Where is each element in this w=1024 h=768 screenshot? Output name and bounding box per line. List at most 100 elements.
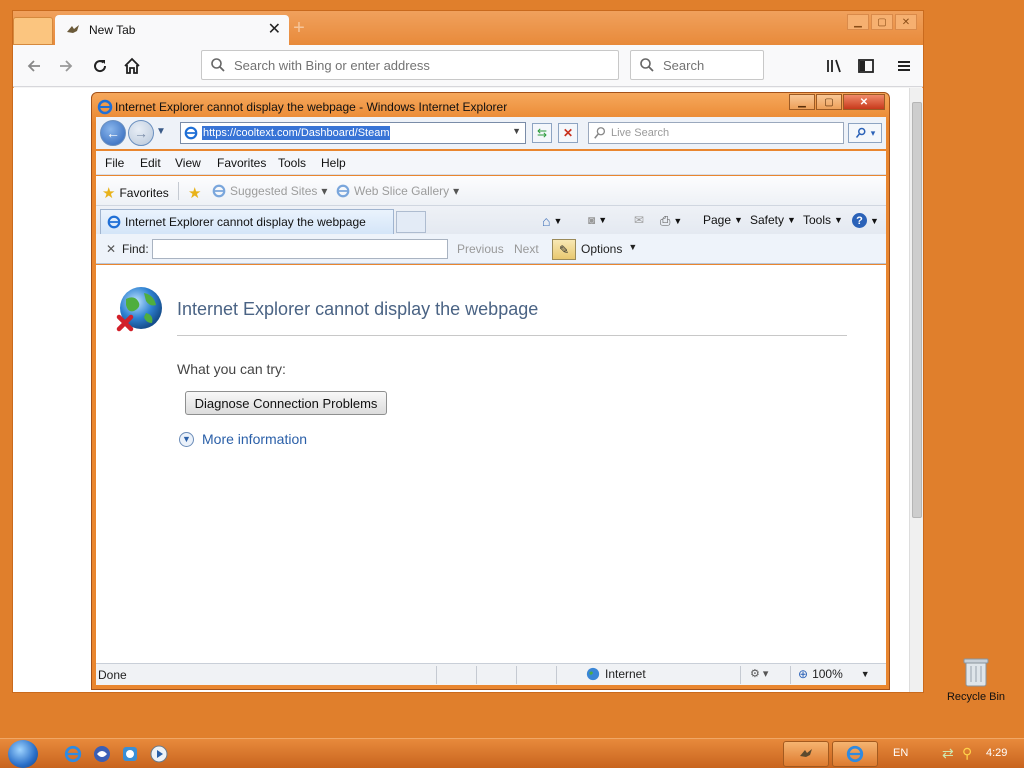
minimize-icon[interactable]: ▁ <box>789 94 815 110</box>
taskbar-task-ie[interactable] <box>832 741 878 767</box>
clock[interactable]: 4:29 <box>986 747 1007 759</box>
ie-new-tab-button[interactable] <box>396 211 426 233</box>
tray-search-icon[interactable]: ⚲ <box>962 745 972 762</box>
ie-tab-active[interactable]: Internet Explorer cannot display the web… <box>100 209 394 234</box>
suggested-sites-label: Suggested Sites <box>230 184 318 198</box>
forward-icon[interactable] <box>53 53 79 79</box>
search-bar-placeholder: Search <box>663 57 705 73</box>
taskbar-task-firefox[interactable] <box>783 741 829 767</box>
page-title: Internet Explorer cannot display the web… <box>177 299 539 319</box>
maximize-icon[interactable]: ▢ <box>871 14 893 30</box>
zoom-control[interactable]: ⊕ 100% ▼ <box>798 667 870 681</box>
live-search-input[interactable]: Live Search <box>588 122 844 144</box>
tab-overflow-corner[interactable] <box>13 17 53 45</box>
tab-close-icon[interactable]: ✕ <box>268 22 281 38</box>
home-button[interactable]: ⌂ ▼ <box>542 213 562 229</box>
refresh-icon[interactable]: ⇆ <box>532 123 552 143</box>
highlight-icon[interactable]: ✎ <box>552 239 576 260</box>
close-icon[interactable]: ✕ <box>895 14 917 30</box>
printer-icon: ⎙ <box>660 213 671 228</box>
library-icon[interactable] <box>821 53 847 79</box>
url-bar-placeholder: Search with Bing or enter address <box>234 57 430 73</box>
ie-page-icon <box>107 215 121 229</box>
menu-favorites[interactable]: Favorites <box>217 156 266 170</box>
taskbar-app-icon[interactable] <box>121 745 139 763</box>
favorites-button[interactable]: ★ Favorites <box>102 184 169 202</box>
address-dropdown-icon[interactable]: ▼ <box>512 126 521 136</box>
ie-history-dropdown-icon[interactable]: ▼ <box>156 126 166 137</box>
menu-file[interactable]: File <box>105 156 124 170</box>
find-input[interactable] <box>152 239 448 259</box>
tab-favicon-icon <box>67 25 79 33</box>
find-options-button[interactable]: Options ▼ <box>581 242 637 256</box>
feeds-button[interactable]: ◙ ▼ <box>588 213 607 227</box>
add-favorite-icon[interactable]: ★ <box>188 184 201 202</box>
find-close-icon[interactable]: ✕ <box>106 242 116 256</box>
live-search-placeholder: Live Search <box>611 127 670 139</box>
ie-find-bar: ✕ Find: Previous Next ✎ Options ▼ <box>96 234 886 264</box>
ie-back-icon[interactable]: ← <box>100 120 126 146</box>
network-icon[interactable]: ⇄ <box>942 745 954 762</box>
menu-edit[interactable]: Edit <box>140 156 161 170</box>
taskbar-media-icon[interactable] <box>150 745 168 763</box>
ie-window-title: Internet Explorer cannot display the web… <box>115 100 508 114</box>
safety-menu[interactable]: Safety ▼ <box>750 213 796 227</box>
start-button[interactable] <box>8 740 38 768</box>
menu-tools[interactable]: Tools <box>278 156 306 170</box>
divider <box>516 666 517 684</box>
back-icon[interactable] <box>21 53 47 79</box>
ie-content: Internet Explorer cannot display the web… <box>96 265 886 663</box>
suggested-sites-button[interactable]: Suggested Sites ▾ <box>212 184 327 198</box>
ie-tab-title: Internet Explorer cannot display the web… <box>125 215 366 229</box>
expand-icon: ▼ <box>179 431 194 447</box>
ie-logo-icon <box>97 99 113 115</box>
divider <box>740 666 741 684</box>
home-icon[interactable] <box>119 53 145 79</box>
ie-page-icon <box>336 184 350 198</box>
read-mail-icon[interactable]: ✉ <box>634 213 644 227</box>
find-next[interactable]: Next <box>514 242 539 256</box>
ie-tab-row: Internet Explorer cannot display the web… <box>96 206 886 234</box>
menu-help[interactable]: Help <box>321 156 346 170</box>
scrollbar-thumb[interactable] <box>912 102 922 518</box>
search-icon <box>594 127 606 139</box>
ie-forward-icon[interactable]: → <box>128 120 154 146</box>
reload-icon[interactable] <box>87 53 113 79</box>
diagnose-connection-button[interactable]: Diagnose Connection Problems <box>185 391 387 415</box>
find-previous[interactable]: Previous <box>457 242 504 256</box>
ie-page-icon <box>212 184 226 198</box>
search-bar[interactable]: Search <box>630 50 764 80</box>
status-text: Done <box>98 668 127 682</box>
language-indicator[interactable]: EN <box>893 747 908 759</box>
ie-page-icon <box>184 126 198 140</box>
taskbar-ie-icon[interactable] <box>64 745 82 763</box>
url-bar[interactable]: Search with Bing or enter address <box>201 50 619 80</box>
page-menu[interactable]: Page ▼ <box>703 213 743 227</box>
protected-mode-icon[interactable]: ⚙ ▾ <box>750 667 768 680</box>
security-zone[interactable]: Internet <box>586 667 646 681</box>
hamburger-menu-icon[interactable] <box>891 53 917 79</box>
close-icon[interactable]: ✕ <box>843 94 885 110</box>
tab-new-tab[interactable]: New Tab ✕ <box>55 15 289 45</box>
recycle-bin[interactable]: Recycle Bin <box>944 656 1008 703</box>
stop-icon[interactable]: ✕ <box>558 123 578 143</box>
search-go-button[interactable]: ▾ <box>848 123 882 143</box>
menu-view[interactable]: View <box>175 156 201 170</box>
print-button[interactable]: ⎙ ▼ <box>660 213 682 229</box>
minimize-icon[interactable]: ▁ <box>847 14 869 30</box>
more-information-link[interactable]: ▼ More information <box>179 431 307 447</box>
help-button[interactable]: ? ▼ <box>852 213 879 228</box>
divider <box>177 335 847 336</box>
web-slice-gallery-label: Web Slice Gallery <box>354 184 450 198</box>
internet-globe-icon <box>586 667 600 681</box>
web-slice-gallery-button[interactable]: Web Slice Gallery ▾ <box>336 184 459 198</box>
ie-address-bar[interactable]: https://cooltext.com/Dashboard/Steam ▼ <box>180 122 526 144</box>
firefox-scrollbar[interactable] <box>909 88 923 692</box>
ie-menu-bar: File Edit View Favorites Tools Help <box>96 151 886 175</box>
taskbar-app-icon[interactable] <box>93 745 111 763</box>
maximize-icon[interactable]: ▢ <box>816 94 842 110</box>
sidebar-icon[interactable] <box>853 53 879 79</box>
new-tab-button[interactable]: + <box>289 17 309 41</box>
tools-menu[interactable]: Tools ▼ <box>803 213 843 227</box>
divider <box>476 666 477 684</box>
